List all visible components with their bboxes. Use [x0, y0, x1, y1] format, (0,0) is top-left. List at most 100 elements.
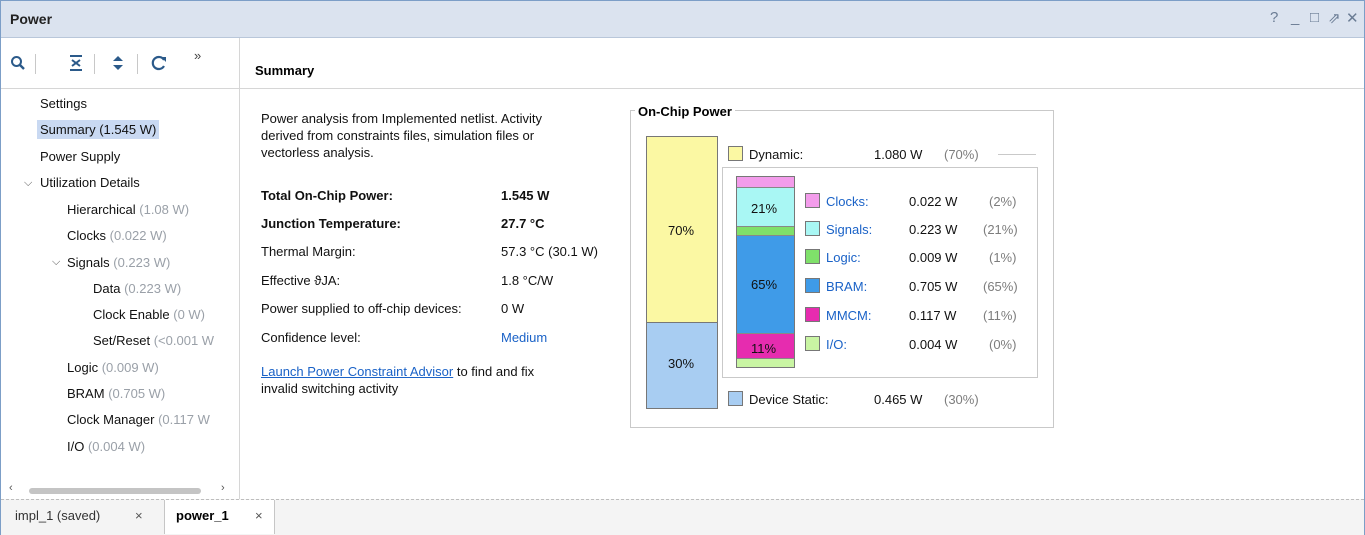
window-title: Power [10, 11, 53, 27]
expand-all-icon[interactable] [111, 54, 125, 72]
bram-swatch [805, 278, 820, 293]
bram-value: 0.705 W [909, 279, 958, 294]
io-value: 0.004 W [909, 337, 958, 352]
toolbar: » [1, 38, 240, 89]
clocks-swatch [805, 193, 820, 208]
sidebar-item-value: (0.004 W) [87, 439, 146, 454]
sidebar-item-data[interactable]: Data (0.223 W) [93, 281, 181, 296]
signals-bar-pct: 21% [751, 201, 778, 216]
signals-swatch [805, 221, 820, 236]
logic-link[interactable]: Logic: [826, 250, 861, 265]
clocks-pct: (2%) [989, 194, 1017, 209]
logic-swatch [805, 249, 820, 264]
logic-pct: (1%) [989, 250, 1017, 265]
search-icon[interactable] [10, 55, 26, 71]
dynamic-label: Dynamic: [749, 147, 804, 162]
close-tab-icon[interactable]: × [135, 508, 143, 523]
maximize-icon[interactable]: □ [1310, 9, 1319, 26]
io-segment [737, 359, 794, 367]
bottom-tab-bar: impl_1 (saved) × power_1 × [1, 499, 1364, 535]
signals-link[interactable]: Signals: [826, 222, 872, 237]
scrollbar-thumb[interactable] [29, 488, 201, 494]
static-pct: (30%) [944, 392, 979, 407]
sidebar-item-value: (1.08 W) [139, 202, 190, 217]
sidebar-item-label: Set/Reset [93, 333, 151, 348]
scroll-right-icon[interactable]: › [221, 482, 225, 494]
static-label: Device Static: [749, 392, 829, 407]
sidebar-item-label: Data [93, 281, 121, 296]
sidebar-item-io[interactable]: I/O (0.004 W) [67, 439, 145, 454]
sidebar-item-clocks[interactable]: Clocks (0.022 W) [67, 228, 167, 243]
sidebar-item-power-supply[interactable]: Power Supply [40, 149, 120, 164]
scroll-left-icon[interactable]: ‹ [9, 482, 13, 494]
io-swatch [805, 336, 820, 351]
dynamic-value: 1.080 W [874, 147, 923, 162]
close-tab-icon[interactable]: × [255, 508, 263, 523]
sidebar-item-label: I/O [67, 439, 85, 454]
collapse-all-icon[interactable] [68, 54, 84, 72]
mmcm-link[interactable]: MMCM: [826, 308, 872, 323]
advisor-text: Launch Power Constraint Advisor to find … [261, 364, 534, 379]
chevron-down-icon[interactable]: ⌵ [52, 256, 60, 269]
bram-pct: (65%) [983, 279, 1018, 294]
item-label: Logic [826, 250, 858, 265]
logic-segment [737, 227, 794, 236]
intro-line: derived from constraints files, simulati… [261, 128, 535, 143]
sidebar-item-logic[interactable]: Logic (0.009 W) [67, 360, 159, 375]
toolbar-separator [35, 54, 36, 74]
sidebar-item-hierarchical[interactable]: Hierarchical (1.08 W) [67, 202, 189, 217]
sidebar-item-set-reset[interactable]: Set/Reset (<0.001 W [93, 333, 233, 348]
chevron-down-icon[interactable]: ⌵ [24, 177, 32, 190]
power-window: Power ? _ □ ⇗ ✕ » Settings Summary (1.54… [0, 0, 1365, 535]
total-power-value: 1.545 W [501, 188, 550, 203]
junction-temp-value: 27.7 °C [501, 216, 545, 231]
minimize-icon[interactable]: _ [1291, 9, 1299, 26]
static-value: 0.465 W [874, 392, 923, 407]
sidebar-item-clock-enable[interactable]: Clock Enable (0 W) [93, 307, 205, 322]
sidebar-item-settings[interactable]: Settings [40, 96, 87, 111]
advisor-text-rest: to find and fix [453, 364, 535, 379]
clocks-link[interactable]: Clocks: [826, 194, 869, 209]
group-line [998, 154, 1036, 155]
sidebar-item-summary-label: Summary (1.545 W) [37, 120, 160, 139]
sidebar-item-signals[interactable]: Signals (0.223 W) [67, 255, 170, 270]
mmcm-bar-pct: 11% [751, 341, 777, 356]
sidebar-item-clock-manager[interactable]: Clock Manager (0.117 W [67, 412, 233, 427]
close-icon[interactable]: ✕ [1346, 9, 1359, 27]
tab-impl-1[interactable]: impl_1 (saved) [15, 508, 100, 523]
offchip-power-label: Power supplied to off-chip devices: [261, 301, 462, 316]
sidebar-horizontal-scrollbar[interactable]: ‹ › [9, 482, 231, 496]
sidebar-item-utilization[interactable]: Utilization Details [40, 175, 140, 190]
sidebar-item-summary[interactable]: Summary (1.545 W) [37, 120, 160, 139]
item-label: Signals [826, 222, 869, 237]
item-label: BRAM [826, 279, 864, 294]
content-header: Summary [240, 38, 1364, 89]
confidence-value-link[interactable]: Medium [501, 330, 547, 345]
tab-power-1[interactable]: power_1 × [164, 500, 275, 534]
signals-pct: (21%) [983, 222, 1018, 237]
float-icon[interactable]: ⇗ [1328, 9, 1341, 27]
offchip-power-value: 0 W [501, 301, 525, 316]
io-pct: (0%) [989, 337, 1017, 352]
confidence-label: Confidence level: [261, 330, 361, 345]
onchip-power-title: On-Chip Power [635, 104, 735, 119]
sidebar-item-bram[interactable]: BRAM (0.705 W) [67, 386, 165, 401]
mmcm-value: 0.117 W [909, 308, 957, 323]
toolbar-separator [94, 54, 95, 74]
sidebar-item-value: (0.705 W) [108, 386, 166, 401]
logic-value: 0.009 W [909, 250, 958, 265]
clocks-segment [737, 177, 794, 188]
sidebar: Settings Summary (1.545 W) Power Supply … [1, 89, 240, 499]
sidebar-item-label: Clock Enable [93, 307, 170, 322]
dynamic-pct: (70%) [944, 147, 979, 162]
content-title: Summary [255, 63, 315, 78]
mmcm-pct: (11%) [983, 308, 1017, 323]
help-icon[interactable]: ? [1270, 9, 1278, 26]
more-tools-icon[interactable]: » [194, 48, 201, 63]
refresh-icon[interactable] [151, 54, 167, 72]
tab-label: impl_1 (saved) [15, 508, 101, 523]
power-constraint-advisor-link[interactable]: Launch Power Constraint Advisor [261, 364, 453, 379]
sidebar-item-value: (<0.001 W [153, 333, 215, 348]
bram-link[interactable]: BRAM: [826, 279, 867, 294]
io-link[interactable]: I/O: [826, 337, 847, 352]
